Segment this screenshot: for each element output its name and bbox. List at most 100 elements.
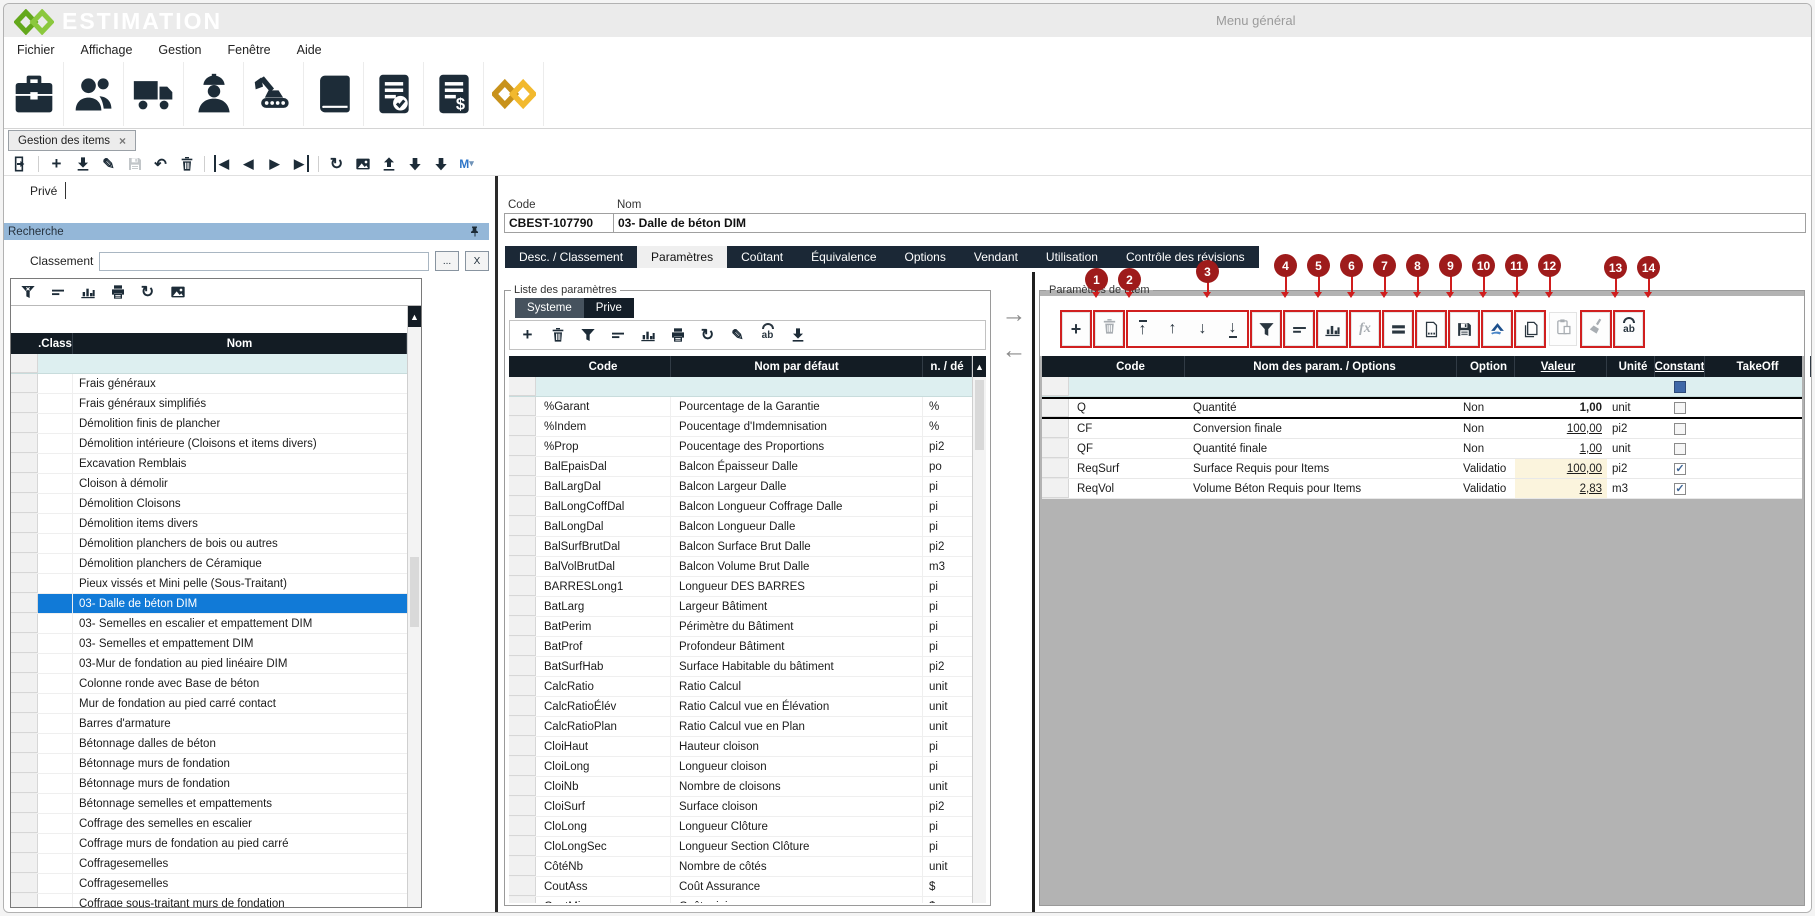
row-header[interactable] [11, 454, 38, 473]
param-row[interactable]: CloiNb Nombre de cloisons unit [509, 777, 972, 797]
row-header[interactable] [509, 837, 536, 856]
param-row[interactable]: BARRESLong1 Longueur DES BARRES pi [509, 577, 972, 597]
refresh-icon[interactable]: ↻ [699, 327, 716, 344]
row-header[interactable] [11, 374, 38, 393]
nav-first-icon[interactable]: ◀ [214, 155, 231, 172]
constant-checkbox[interactable]: ✓ [1674, 463, 1686, 475]
toolbox-button[interactable] [4, 62, 64, 126]
nav-last-icon[interactable]: ▶ [292, 155, 309, 172]
constant-checkbox[interactable] [1674, 402, 1686, 414]
code-field[interactable] [504, 213, 614, 233]
truck-button[interactable] [124, 62, 184, 126]
tab-vendant[interactable]: Vendant [960, 246, 1032, 268]
move-right-icon[interactable]: → [997, 296, 1031, 332]
tab-desc-classement[interactable]: Desc. / Classement [505, 246, 637, 268]
move-top-button[interactable]: ↑ [1128, 312, 1157, 346]
move-left-icon[interactable]: ← [997, 332, 1031, 368]
param-row[interactable]: BatProf Profondeur Bâtiment pi [509, 637, 972, 657]
col-constant[interactable]: Constant [1655, 356, 1705, 377]
search-header[interactable]: Recherche [4, 223, 489, 240]
item-row[interactable]: Frais généraux [11, 374, 407, 394]
row-header[interactable] [11, 654, 38, 673]
group-rows-icon[interactable] [49, 284, 66, 301]
row-header[interactable] [11, 534, 38, 553]
param-filter-row[interactable] [509, 377, 972, 397]
row-header[interactable] [1042, 419, 1069, 438]
param-row[interactable]: %Indem Poucentage d'Imdemnisation % [509, 417, 972, 437]
menu-fichier[interactable]: Fichier [17, 43, 55, 57]
col-takeoff[interactable]: TakeOff [1705, 356, 1811, 377]
param-row[interactable]: BalLongDal Balcon Longueur Dalle pi [509, 517, 972, 537]
item-row[interactable]: Bétonnage semelles et empattements [11, 794, 407, 814]
param-row[interactable]: CloiLong Longueur cloison pi [509, 757, 972, 777]
move-up-button[interactable]: ↑ [1158, 312, 1187, 346]
panel-splitter[interactable] [1032, 272, 1035, 912]
item-row[interactable]: Bétonnage murs de fondation [11, 774, 407, 794]
rename-icon[interactable]: ab [759, 327, 776, 344]
catalog-button[interactable] [304, 62, 364, 126]
row-header[interactable] [1042, 399, 1069, 417]
brand-small-button[interactable] [1483, 312, 1511, 346]
param-row[interactable]: CalcRatioPlan Ratio Calcul vue en Plan u… [509, 717, 972, 737]
row-header[interactable] [11, 634, 38, 653]
row-header[interactable] [509, 737, 536, 756]
cell-valeur[interactable]: 100,00 [1515, 459, 1607, 478]
chart-icon[interactable] [639, 327, 656, 344]
col-n-de[interactable]: n. / dé [923, 356, 972, 377]
row-header[interactable] [509, 877, 536, 896]
item-row[interactable]: 03-Mur de fondation au pied linéaire DIM [11, 654, 407, 674]
tab-coutant[interactable]: Coûtant [727, 246, 797, 268]
item-param-row[interactable]: CF Conversion finale Non 100,00 pi2 [1042, 419, 1802, 439]
report-button[interactable] [1417, 312, 1445, 346]
refresh-icon[interactable]: ↻ [328, 155, 345, 172]
row-header[interactable] [1042, 439, 1069, 458]
cell-valeur[interactable]: 1,00 [1515, 439, 1607, 458]
row-header[interactable] [509, 457, 536, 476]
classement-input[interactable] [99, 252, 429, 271]
item-row[interactable]: Frais généraux simplifiés [11, 394, 407, 414]
row-header[interactable] [509, 577, 536, 596]
nav-next-icon[interactable]: ▶ [266, 155, 283, 172]
row-header[interactable] [11, 394, 38, 413]
item-row[interactable]: Barres d'armature [11, 714, 407, 734]
row-header[interactable] [509, 677, 536, 696]
item-row[interactable]: Coffrage des semelles en escalier [11, 814, 407, 834]
item-row[interactable]: Cloison à démolir [11, 474, 407, 494]
tab-prive[interactable]: Prive [584, 298, 634, 318]
param-row[interactable]: CloiSurf Surface cloison pi2 [509, 797, 972, 817]
item-row[interactable]: Bétonnage murs de fondation [11, 754, 407, 774]
item-row[interactable]: Coffragesemelles [11, 874, 407, 894]
param-row[interactable]: BalSurfBrutDal Balcon Surface Brut Dalle… [509, 537, 972, 557]
item-row[interactable]: Démolition finis de plancher [11, 414, 407, 434]
row-header[interactable] [509, 797, 536, 816]
paste-button[interactable] [1549, 312, 1577, 346]
col-class[interactable]: Class. [38, 333, 73, 354]
tab-gestion-des-items[interactable]: Gestion des items × [8, 130, 136, 151]
col-code[interactable]: Code [536, 356, 671, 377]
row-header[interactable] [509, 657, 536, 676]
row-header[interactable] [509, 497, 536, 516]
row-header[interactable] [11, 714, 38, 733]
item-row[interactable]: Démolition intérieure (Cloisons et items… [11, 434, 407, 454]
param-row[interactable]: CalcRatioÉlév Ratio Calcul vue en Élévat… [509, 697, 972, 717]
scroll-thumb[interactable] [410, 557, 419, 627]
row-header[interactable] [11, 494, 38, 513]
param-row[interactable]: BatLarg Largeur Bâtiment pi [509, 597, 972, 617]
col-nom[interactable]: Nom [73, 333, 407, 354]
print-icon[interactable] [109, 284, 126, 301]
image-icon[interactable] [169, 284, 186, 301]
item-row[interactable]: Coffrage murs de fondation au pied carré [11, 834, 407, 854]
tab-options[interactable]: Options [891, 246, 960, 268]
row-header[interactable] [509, 517, 536, 536]
exit-icon[interactable] [12, 155, 29, 172]
formula-button[interactable]: fx [1351, 312, 1379, 346]
tab-equivalence[interactable]: Équivalence [797, 246, 890, 268]
item-row[interactable]: Démolition items divers [11, 514, 407, 534]
nom-field[interactable] [613, 213, 1806, 233]
m-dropdown[interactable]: M ▾ [458, 155, 475, 172]
contacts-button[interactable] [64, 62, 124, 126]
cell-valeur[interactable]: 2,83 [1515, 479, 1607, 498]
item-row[interactable]: 03- Semelles en escalier et empattement … [11, 614, 407, 634]
param-row[interactable]: CoutAss Coût Assurance $ [509, 877, 972, 897]
row-header[interactable] [11, 594, 38, 613]
